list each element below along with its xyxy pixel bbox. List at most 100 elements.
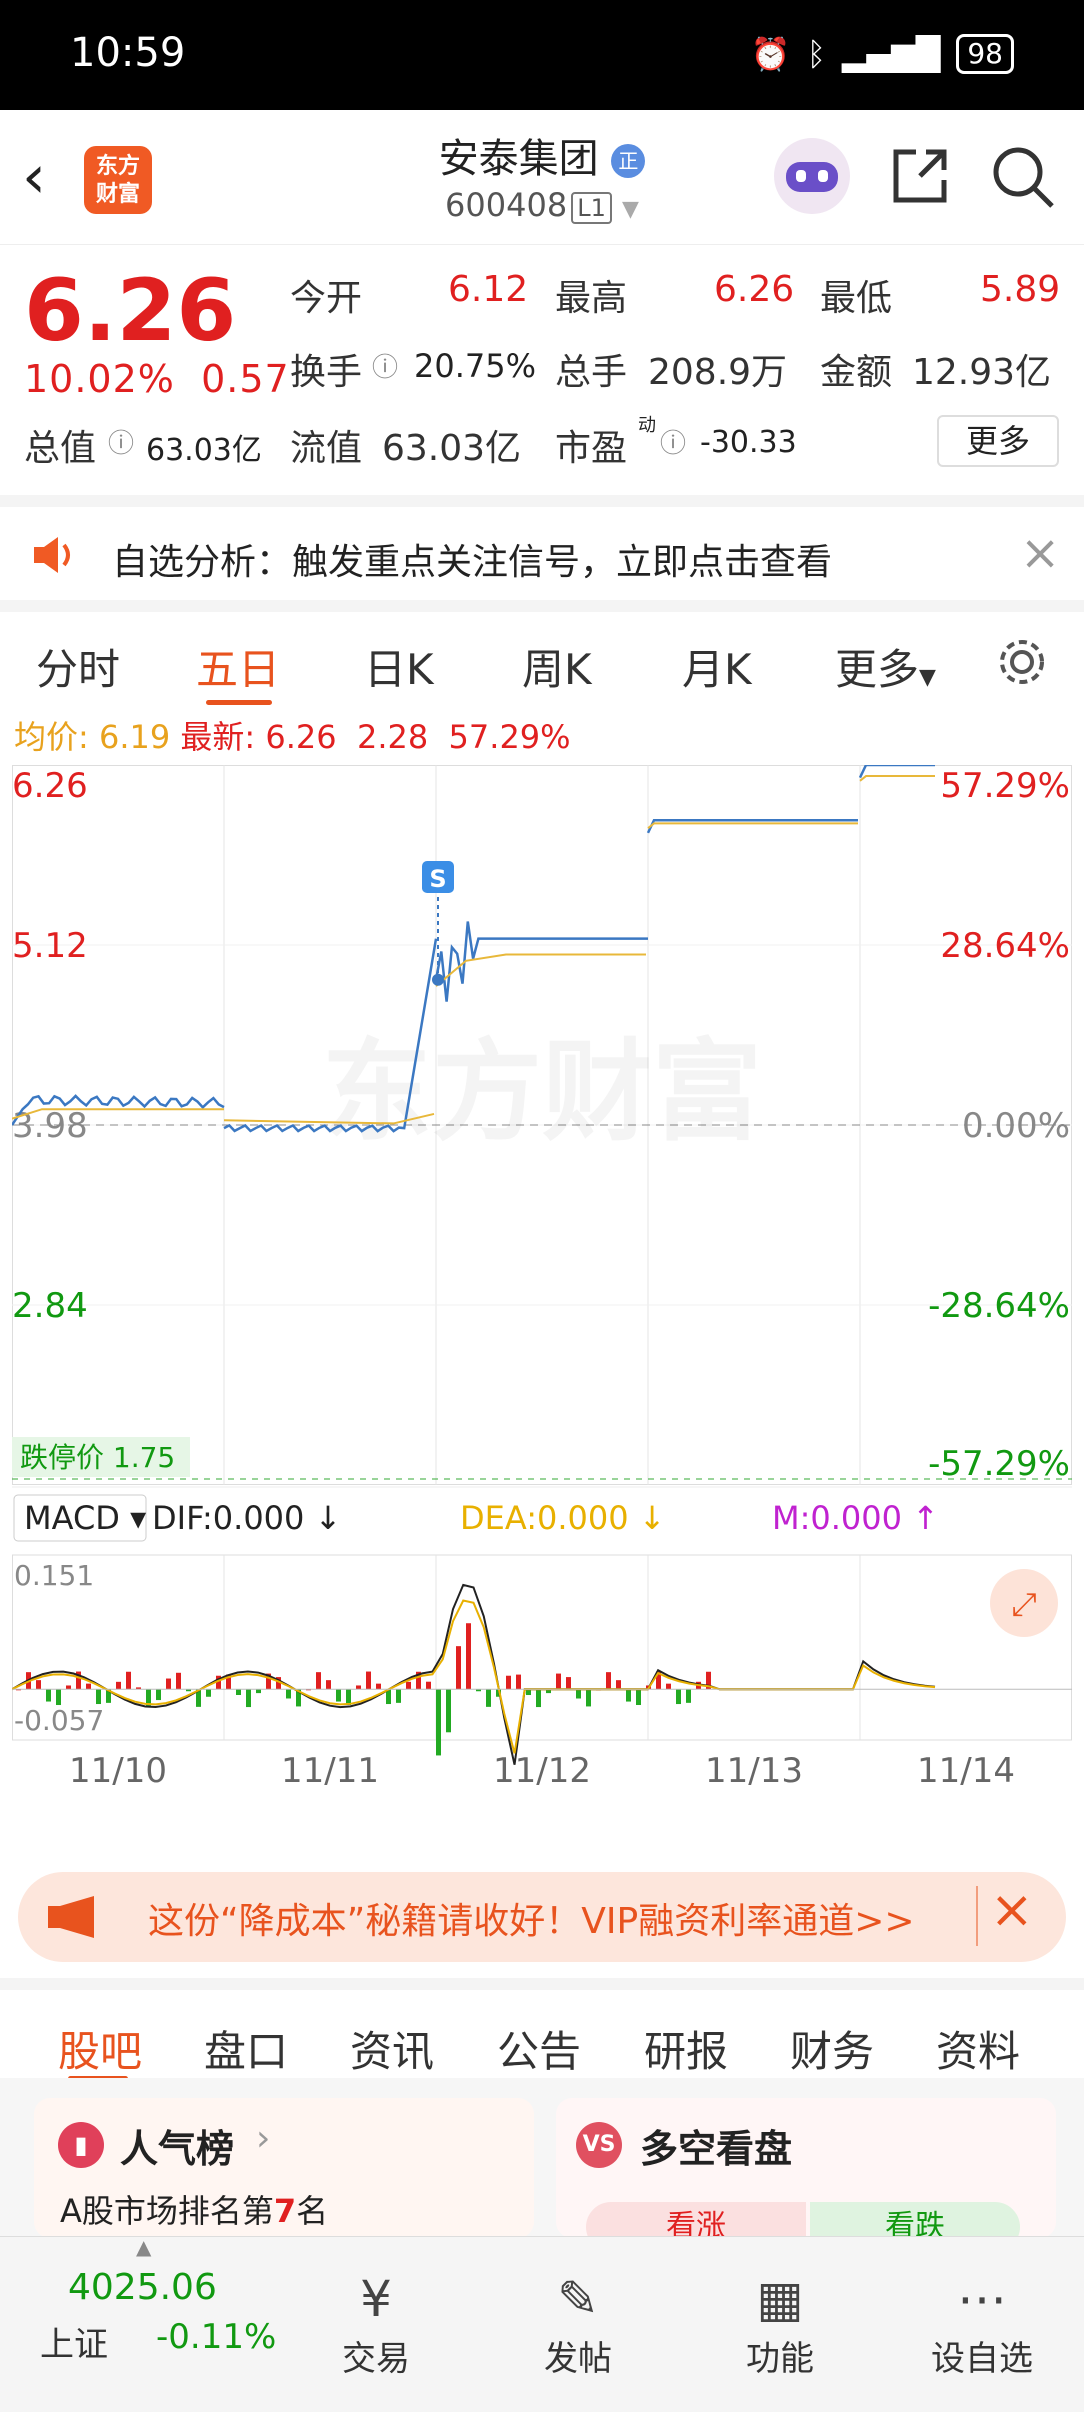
status-bar: 10:59 ⏰ ᛒ ▂▄▆█ 98 [0, 0, 1084, 110]
avg-line-day3 [435, 953, 646, 987]
promo-banner[interactable]: 这份“降成本”秘籍请收好！VIP融资利率通道>> × [18, 1872, 1066, 1962]
macd-bar [346, 1689, 351, 1706]
signal-icon: ▂▄▆█ [841, 35, 941, 73]
volume-value: 208.9万 [648, 352, 788, 393]
macd-bar [166, 1678, 171, 1690]
price-summary: 均价: 6.19 最新: 6.26 2.28 57.29% [14, 718, 571, 756]
notice-text: 自选分析：触发重点关注信号，立即点击查看 [112, 542, 833, 583]
signal-marker-label: S [429, 865, 446, 893]
macd-bar [396, 1689, 401, 1703]
watermark-text: 东方财富 [322, 1028, 762, 1156]
macd-bar [336, 1689, 341, 1702]
close-icon[interactable]: × [990, 1880, 1034, 1940]
five-day-chart[interactable]: 东方财富 6.26 57.29% 5.12 28.64% 3.98 0.00% 2.84 -28… [10, 763, 1072, 1795]
settings-icon[interactable] [994, 634, 1050, 690]
post-button[interactable]: ✎ 发帖 [508, 2267, 648, 2380]
tab-more[interactable]: 更多▼ [835, 636, 936, 697]
bull-bear-card[interactable]: VS 多空看盘 看涨 看跌 [556, 2098, 1056, 2252]
tab-announcement[interactable]: 公告 [497, 2018, 581, 2079]
x-axis-label: 11/13 [705, 1751, 803, 1791]
macd-bar [426, 1681, 431, 1690]
macd-bar [686, 1689, 691, 1703]
tab-monthly-k[interactable]: 月K [682, 636, 752, 697]
y-axis-label-right: -28.64% [928, 1286, 1070, 1326]
x-axis-label: 11/11 [281, 1751, 379, 1791]
x-axis-label: 11/14 [917, 1751, 1015, 1791]
notice-bar[interactable]: 自选分析：触发重点关注信号，立即点击查看 × [0, 495, 1084, 600]
tab-daily-k[interactable]: 日K [364, 636, 434, 697]
stock-code: 600408 [445, 186, 568, 224]
price-line-day3 [434, 921, 648, 1002]
search-icon[interactable] [990, 144, 1056, 210]
share-icon[interactable] [888, 144, 952, 208]
high-label: 最高 [555, 278, 628, 319]
edit-icon: ✎ [557, 2270, 599, 2328]
tab-research[interactable]: 研报 [644, 2018, 728, 2079]
macd-bar [116, 1681, 121, 1690]
functions-button[interactable]: ▦ 功能 [710, 2267, 850, 2380]
macd-bar [536, 1689, 541, 1708]
macd-bar [206, 1689, 211, 1697]
macd-bar [126, 1671, 131, 1690]
robot-avatar-icon[interactable] [774, 138, 850, 214]
macd-y-label: -0.057 [14, 1704, 104, 1737]
tab-news[interactable]: 资讯 [350, 2018, 434, 2079]
popularity-card[interactable]: ▮ 人气榜 › A股市场排名第7名 [34, 2098, 534, 2238]
expand-icon: ⤢ [1011, 1585, 1037, 1623]
info-icon[interactable]: ⓘ [372, 347, 398, 384]
tab-finance[interactable]: 财务 [790, 2018, 874, 2079]
index-value[interactable]: 4025.06 [68, 2267, 217, 2308]
float-value: 63.03亿 [382, 428, 522, 469]
index-name[interactable]: 上证 [40, 2317, 108, 2366]
avg-line-day4 [647, 822, 858, 829]
turnover-value: 20.75% [414, 347, 537, 385]
bluetooth-icon: ᛒ [806, 35, 826, 73]
macd-bar [466, 1623, 471, 1690]
high-value: 6.26 [714, 269, 795, 310]
tab-pankou[interactable]: 盘口 [204, 2018, 288, 2079]
nav-bar: ‹ 东方 财富 安泰集团 正 600408 L1 ▼ [0, 110, 1084, 245]
macd-bar [246, 1689, 251, 1708]
macd-bar [176, 1672, 181, 1690]
add-watchlist-button[interactable]: ⋯ 设自选 [912, 2267, 1052, 2380]
current-price: 6.26 [24, 261, 237, 361]
vs-icon: VS [576, 2122, 622, 2168]
macd-bar [86, 1683, 91, 1690]
macd-bar [636, 1689, 641, 1706]
macd-bar [46, 1689, 51, 1702]
info-icon[interactable]: ⓘ [108, 423, 134, 460]
level-badge: L1 [571, 192, 612, 224]
more-dots-icon: ⋯ [957, 2270, 1007, 2328]
turnover-label: 换手 [290, 352, 363, 393]
tab-profile[interactable]: 资料 [936, 2018, 1020, 2079]
y-axis-label-right: -57.29% [928, 1444, 1070, 1484]
y-axis-label-right: 28.64% [940, 926, 1070, 966]
divider [976, 1886, 978, 1946]
bull-bear-title: 多空看盘 [640, 2127, 793, 2171]
dea-label: DEA:0.000 ↓ [460, 1499, 666, 1537]
low-label: 最低 [820, 278, 893, 319]
status-icons: ⏰ ᛒ ▂▄▆█ 98 [751, 34, 1014, 74]
bottom-bar: ▲ 4025.06 上证 -0.11% ¥ 交易 ✎ 发帖 ▦ 功能 ⋯ 设自选 [0, 2235, 1084, 2412]
alarm-icon: ⏰ [750, 35, 791, 73]
tab-intraday[interactable]: 分时 [36, 636, 120, 697]
y-axis-label-left: 5.12 [12, 926, 88, 966]
info-icon[interactable]: ⓘ [660, 423, 686, 460]
tab-five-day[interactable]: 五日 [196, 636, 280, 697]
macd-bar [326, 1680, 331, 1690]
more-button[interactable]: 更多 [937, 415, 1059, 467]
tab-guba[interactable]: 股吧 [58, 2018, 142, 2079]
open-value: 6.12 [448, 269, 529, 310]
amount-label: 金额 [820, 352, 893, 393]
macd-bar [606, 1672, 611, 1690]
battery-indicator: 98 [956, 34, 1014, 74]
close-icon[interactable]: × [1020, 525, 1060, 581]
amount-value: 12.93亿 [912, 352, 1052, 393]
price-line-day4 [646, 819, 858, 834]
macd-bar [556, 1673, 561, 1690]
chevron-right-icon: › [256, 2118, 271, 2159]
trade-button[interactable]: ¥ 交易 [306, 2267, 446, 2380]
tab-weekly-k[interactable]: 周K [522, 636, 592, 697]
index-change[interactable]: -0.11% [156, 2317, 276, 2357]
macd-bar [366, 1671, 371, 1690]
